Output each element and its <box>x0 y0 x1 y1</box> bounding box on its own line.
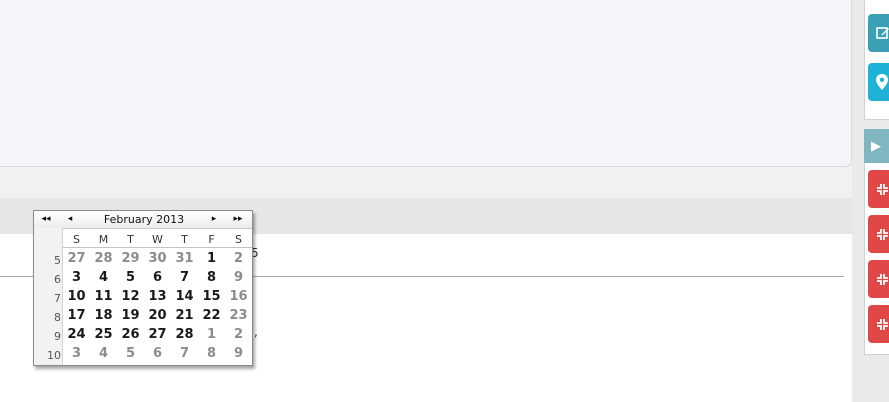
calendar-day[interactable]: 29 <box>117 251 144 266</box>
top-panel <box>0 0 852 167</box>
edit-icon <box>876 27 889 39</box>
calendar-day[interactable]: 1 <box>198 327 225 342</box>
calendar-day[interactable]: 22 <box>198 308 225 323</box>
weekday-header-row: SMTWTFS <box>63 228 252 248</box>
calendar-day[interactable]: 6 <box>144 270 171 285</box>
week-number: 10 <box>47 349 61 362</box>
calendar-day[interactable]: 17 <box>63 308 90 323</box>
weekday-header: S <box>73 233 80 246</box>
calendar-day[interactable]: 27 <box>144 327 171 342</box>
calendar-day[interactable]: 5 <box>117 346 144 361</box>
weekday-header: S <box>235 233 242 246</box>
calendar-day[interactable]: 3 <box>63 270 90 285</box>
panel-toggle[interactable]: ▶ <box>864 129 889 163</box>
next-year-button[interactable]: ▸▸ <box>230 211 246 228</box>
calendar-day[interactable]: 20 <box>144 308 171 323</box>
calendar-day[interactable]: 27 <box>63 251 90 266</box>
calendar-day[interactable]: 23 <box>225 308 252 323</box>
calendar-day[interactable]: 26 <box>117 327 144 342</box>
edit-button[interactable] <box>868 14 889 52</box>
calendar-day[interactable]: 30 <box>144 251 171 266</box>
calendar-day[interactable]: 4 <box>90 346 117 361</box>
calendar-day[interactable]: 7 <box>171 270 198 285</box>
calendar-day[interactable]: 8 <box>198 346 225 361</box>
week-number: 8 <box>54 311 61 324</box>
calendar-day[interactable]: 2 <box>225 251 252 266</box>
collapse-icon <box>877 273 888 285</box>
calendar-day[interactable]: 21 <box>171 308 198 323</box>
calendar-day[interactable]: 14 <box>171 289 198 304</box>
week-number: 5 <box>54 254 61 267</box>
calendar-day[interactable]: 8 <box>198 270 225 285</box>
calendar-day[interactable]: 13 <box>144 289 171 304</box>
calendar-day[interactable]: 16 <box>225 289 252 304</box>
weekday-header: M <box>98 233 109 246</box>
calendar-day[interactable]: 10 <box>63 289 90 304</box>
calendar-title[interactable]: February 2013 <box>74 211 214 228</box>
calendar-day[interactable]: 4 <box>90 270 117 285</box>
collapse-button-2[interactable] <box>868 215 889 253</box>
calendar-day[interactable]: 7 <box>171 346 198 361</box>
calendar-day[interactable]: 9 <box>225 270 252 285</box>
calendar-day[interactable]: 9 <box>225 346 252 361</box>
calendar-day[interactable]: 25 <box>90 327 117 342</box>
date-picker-popup: ◂◂ ◂ February 2013 ▸ ▸▸ SMTWTFS 5 27 28 29 3… <box>33 210 253 366</box>
calendar-day[interactable]: 12 <box>117 289 144 304</box>
calendar-header: ◂◂ ◂ February 2013 ▸ ▸▸ <box>34 211 252 229</box>
collapse-button-3[interactable] <box>868 260 889 298</box>
calendar-day[interactable]: 31 <box>171 251 198 266</box>
prev-year-button[interactable]: ◂◂ <box>38 211 54 228</box>
collapse-icon <box>877 318 888 330</box>
next-month-button[interactable]: ▸ <box>206 211 222 228</box>
play-icon: ▶ <box>871 138 881 154</box>
calendar-day[interactable]: 1 <box>198 251 225 266</box>
calendar-day[interactable]: 28 <box>90 251 117 266</box>
weekday-header: F <box>208 233 215 246</box>
week-number: 9 <box>54 330 61 343</box>
collapse-icon <box>877 228 888 240</box>
week-number: 7 <box>54 292 61 305</box>
location-button[interactable] <box>868 63 889 101</box>
calendar-day[interactable]: 5 <box>117 270 144 285</box>
calendar-day[interactable]: 6 <box>144 346 171 361</box>
weekday-header: T <box>127 233 134 246</box>
calendar-day[interactable]: 15 <box>198 289 225 304</box>
collapse-icon <box>877 183 888 195</box>
collapse-button-4[interactable] <box>868 305 889 343</box>
calendar-day[interactable]: 3 <box>63 346 90 361</box>
calendar-day[interactable]: 28 <box>171 327 198 342</box>
calendar-day[interactable]: 18 <box>90 308 117 323</box>
week-number: 6 <box>54 273 61 286</box>
hidden-text-fragment: , <box>254 325 258 339</box>
calendar-day[interactable]: 19 <box>117 308 144 323</box>
weekday-header: T <box>181 233 188 246</box>
calendar-day[interactable]: 11 <box>90 289 117 304</box>
map-marker-icon <box>876 74 888 90</box>
calendar-day[interactable]: 24 <box>63 327 90 342</box>
calendar-day[interactable]: 2 <box>225 327 252 342</box>
weekday-header: W <box>152 233 163 246</box>
collapse-button-1[interactable] <box>868 170 889 208</box>
